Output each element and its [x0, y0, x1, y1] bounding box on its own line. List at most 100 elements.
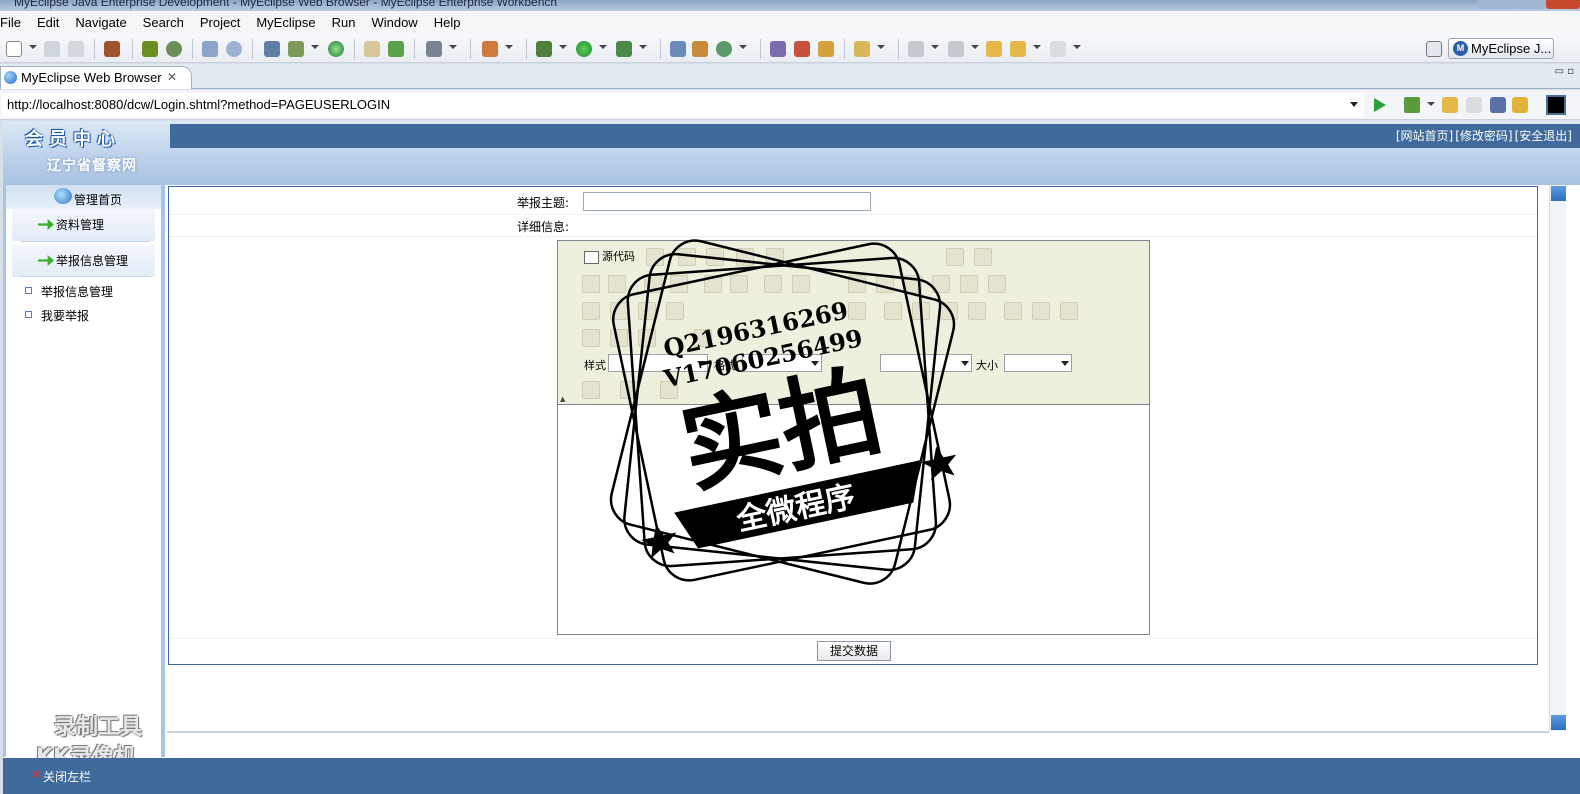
back-dropdown-icon[interactable] — [1033, 45, 1041, 49]
deploy-icon[interactable] — [264, 41, 280, 57]
editor-replace-icon[interactable] — [670, 275, 688, 293]
editor-format-select[interactable] — [742, 354, 822, 372]
editor-image-button-icon[interactable] — [960, 275, 978, 293]
sidebar-section-profile[interactable]: 资料管理 — [12, 209, 155, 241]
topic-input[interactable] — [583, 192, 871, 211]
editor-unlink-icon[interactable] — [1032, 302, 1050, 320]
editor-select-icon[interactable] — [904, 275, 922, 293]
editor-content-area[interactable] — [558, 406, 1149, 634]
link-logout[interactable]: [安全退出] — [1515, 129, 1572, 143]
package-icon[interactable] — [104, 41, 120, 57]
maximize-button[interactable] — [1512, 0, 1546, 9]
last-edit-icon[interactable] — [986, 41, 1002, 57]
editor-underline-icon[interactable] — [638, 302, 656, 320]
menu-window[interactable]: Window — [363, 15, 425, 30]
profile-dropdown-icon[interactable] — [639, 45, 647, 49]
editor-bold-icon[interactable] — [582, 302, 600, 320]
editor-hidden-field-icon[interactable] — [988, 275, 1006, 293]
new-dropdown-icon[interactable] — [29, 45, 37, 49]
scroll-up-icon[interactable] — [1551, 186, 1566, 201]
editor-strike-icon[interactable] — [666, 302, 684, 320]
editor-link-icon[interactable] — [1004, 302, 1022, 320]
menu-file[interactable]: File — [0, 15, 29, 30]
profile-icon[interactable] — [616, 41, 632, 57]
forward-dropdown-icon[interactable] — [1073, 45, 1081, 49]
editor-outdent-icon[interactable] — [848, 302, 866, 320]
next-annotation-icon[interactable] — [908, 41, 924, 57]
new-class-icon[interactable] — [670, 41, 686, 57]
editor-source-button[interactable]: 源代码 — [582, 248, 638, 266]
view-minmax-icon[interactable]: ▭ ▫ — [1555, 66, 1574, 77]
bug-dropdown-icon[interactable] — [559, 45, 567, 49]
edit-icon[interactable] — [202, 41, 218, 57]
url-history-dropdown-icon[interactable] — [1350, 102, 1358, 107]
close-button[interactable] — [1546, 0, 1580, 9]
save-icon[interactable] — [44, 41, 60, 57]
deploy-dropdown-icon[interactable] — [311, 45, 319, 49]
print-icon[interactable] — [68, 41, 84, 57]
team-icon[interactable] — [770, 41, 786, 57]
sidebar-link-report-management[interactable]: 举报信息管理 — [25, 283, 113, 300]
editor-new-page-icon[interactable] — [646, 248, 664, 266]
next-annotation-dropdown-icon[interactable] — [931, 45, 939, 49]
link-change-password[interactable]: [修改密码] — [1455, 129, 1512, 143]
new-wizard-icon[interactable] — [716, 41, 732, 57]
editor-bg-color-icon[interactable] — [620, 381, 638, 399]
browser-refresh-icon[interactable] — [1512, 97, 1528, 113]
editor-find-icon[interactable] — [644, 275, 662, 293]
run-dropdown-icon[interactable] — [599, 45, 607, 49]
editor-justify-icon[interactable] — [968, 302, 986, 320]
editor-save-icon[interactable] — [678, 248, 696, 266]
editor-italic-icon[interactable] — [610, 302, 628, 320]
horizontal-scrollbar[interactable] — [167, 731, 1549, 733]
editor-new-icon[interactable] — [706, 248, 724, 266]
editor-flash-icon[interactable] — [610, 329, 628, 347]
bug-icon[interactable] — [536, 41, 552, 57]
editor-templates-icon[interactable] — [766, 248, 784, 266]
bookmark-dropdown-icon[interactable] — [1427, 102, 1435, 106]
sidebar-link-submit-report[interactable]: 我要举报 — [25, 307, 89, 324]
link-site-home[interactable]: [网站首页] — [1396, 129, 1453, 143]
rocket-icon[interactable] — [794, 41, 810, 57]
deploy-file-icon[interactable] — [288, 41, 304, 57]
editor-textarea-icon[interactable] — [876, 275, 894, 293]
color-swatch-icon[interactable] — [1546, 95, 1566, 115]
globe-icon[interactable] — [328, 41, 344, 57]
perspective-button[interactable]: M MyEclipse J... — [1448, 38, 1554, 59]
browser-forward-icon[interactable] — [1466, 97, 1482, 113]
editor-align-right-icon[interactable] — [940, 302, 958, 320]
open-icon[interactable] — [364, 41, 380, 57]
stop-icon[interactable] — [1490, 97, 1506, 113]
url-input[interactable]: http://localhost:8080/dcw/Login.shtml?me… — [2, 93, 1364, 117]
menu-project[interactable]: Project — [192, 15, 248, 30]
editor-align-center-icon[interactable] — [912, 302, 930, 320]
editor-image-icon[interactable] — [582, 329, 600, 347]
editor-spellcheck-icon[interactable] — [974, 248, 992, 266]
editor-text-color-icon[interactable] — [582, 381, 600, 399]
go-icon[interactable] — [1374, 98, 1386, 112]
menu-navigate[interactable]: Navigate — [67, 15, 134, 30]
camera-dropdown-icon[interactable] — [449, 45, 457, 49]
editor-form-icon[interactable] — [764, 275, 782, 293]
close-sidebar-link[interactable]: 关闭左栏 — [31, 767, 91, 785]
sidebar-section-reports[interactable]: 举报信息管理 — [12, 245, 155, 277]
submit-button[interactable]: 提交数据 — [817, 641, 891, 661]
editor-smiley-icon[interactable] — [694, 329, 712, 347]
back-icon[interactable] — [1010, 41, 1026, 57]
open-perspective-icon[interactable] — [1426, 41, 1442, 57]
editor-table-icon[interactable] — [638, 329, 656, 347]
menu-help[interactable]: Help — [426, 15, 469, 30]
editor-anchor-icon[interactable] — [1060, 302, 1078, 320]
editor-collapse-icon[interactable]: ▲ — [560, 395, 565, 403]
menu-search[interactable]: Search — [135, 15, 192, 30]
editor-undo-icon[interactable] — [582, 275, 600, 293]
editor-align-left-icon[interactable] — [884, 302, 902, 320]
refresh-icon[interactable] — [388, 41, 404, 57]
bookmark-star-icon[interactable] — [1404, 97, 1420, 113]
editor-checkbox-icon[interactable] — [792, 275, 810, 293]
external-tool-dropdown-icon[interactable] — [505, 45, 513, 49]
editor-size-select[interactable] — [1004, 354, 1072, 372]
menu-myeclipse[interactable]: MyEclipse — [248, 15, 323, 30]
run-icon[interactable] — [576, 41, 592, 57]
task-icon[interactable] — [818, 41, 834, 57]
